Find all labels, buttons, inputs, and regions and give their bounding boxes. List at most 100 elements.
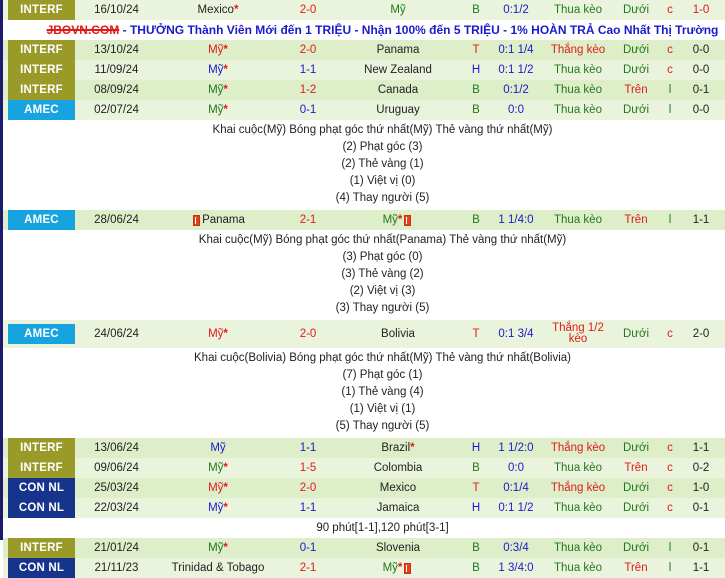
league-cell[interactable]: CON NL: [3, 478, 79, 498]
league-cell[interactable]: INTERF: [3, 458, 79, 478]
away-team-cell[interactable]: Mỹ: [334, 0, 462, 20]
match-row[interactable]: INTERF 08/09/24 Mỹ* 1-2 Canada B 0:1/2 Thua kèo…: [3, 80, 725, 100]
away-team-cell[interactable]: Mỹ*: [334, 558, 462, 578]
half-time-score: 0-1: [682, 538, 720, 558]
league-badge[interactable]: CON NL: [8, 498, 75, 518]
league-cell[interactable]: AMEC: [3, 210, 79, 230]
half-time-score: 0-0: [682, 100, 720, 120]
league-badge[interactable]: CON NL: [8, 478, 75, 498]
corner-indicator: l: [658, 80, 682, 100]
league-badge[interactable]: INTERF: [8, 80, 75, 100]
league-cell[interactable]: INTERF: [3, 538, 79, 558]
home-team-cell[interactable]: Mỹ*: [154, 60, 282, 80]
corner-indicator: l: [658, 210, 682, 230]
half-over-under: Dưới: [720, 100, 725, 120]
home-team-cell[interactable]: Mỹ*: [154, 40, 282, 60]
home-team-cell[interactable]: Mỹ*: [154, 100, 282, 120]
away-team-name: Slovenia: [375, 542, 421, 554]
handicap-result: Thắng kèo: [542, 438, 614, 458]
match-row[interactable]: INTERF 13/06/24 Mỹ 1-1 Brazil* H 1 1/2:0 Thắng …: [3, 438, 725, 458]
league-cell[interactable]: INTERF: [3, 0, 79, 20]
away-team-cell[interactable]: Canada: [334, 80, 462, 100]
match-row[interactable]: CON NL 25/03/24 Mỹ* 2-0 Mexico T 0:1/4 Thắng kè…: [3, 478, 725, 498]
promo-banner[interactable]: JBOVN.COM - THƯỞNG Thành Viên Mới đến 1 …: [3, 20, 725, 40]
handicap-result: Thắng kèo: [542, 478, 614, 498]
half-over-under: Trên: [720, 498, 725, 518]
away-team-cell[interactable]: Brazil*: [334, 438, 462, 458]
match-row[interactable]: CON NL 22/03/24 Mỹ* 1-1 Jamaica H 0:1 1/2 Thua …: [3, 498, 725, 518]
promo-message: - THƯỞNG Thành Viên Mới đến 1 TRIỆU - Nh…: [119, 23, 719, 37]
match-detail-row: Khai cuộc(Mỹ) Bóng phạt góc thứ nhất(Mỹ)…: [3, 120, 725, 210]
away-team-name: Jamaica: [376, 502, 420, 514]
handicap-line: 0:1 1/2: [490, 60, 542, 80]
corner-indicator: c: [658, 458, 682, 478]
promo-banner-row[interactable]: JBOVN.COM - THƯỞNG Thành Viên Mới đến 1 …: [3, 20, 725, 40]
league-badge[interactable]: INTERF: [8, 438, 75, 458]
league-badge[interactable]: AMEC: [8, 100, 75, 120]
away-team-cell[interactable]: Panama: [334, 40, 462, 60]
half-time-score: 1-0: [682, 478, 720, 498]
red-card-icon: [404, 215, 412, 227]
away-team-cell[interactable]: Jamaica: [334, 498, 462, 518]
match-detail-line: Khai cuộc(Bolivia) Bóng phạt góc thứ nhấ…: [194, 352, 571, 364]
match-row[interactable]: AMEC 28/06/24 Panama 2-1 Mỹ* B 1 1/4:0 Thua kèo…: [3, 210, 725, 230]
league-cell[interactable]: INTERF: [3, 438, 79, 458]
home-team-cell[interactable]: Mỹ*: [154, 320, 282, 348]
league-cell[interactable]: INTERF: [3, 80, 79, 100]
away-team-cell[interactable]: Uruguay: [334, 100, 462, 120]
league-badge[interactable]: AMEC: [8, 210, 75, 230]
home-team-cell[interactable]: Trinidad & Tobago: [154, 558, 282, 578]
league-cell[interactable]: AMEC: [3, 320, 79, 348]
match-row[interactable]: INTERF 16/10/24 Mexico* 2-0 Mỹ B 0:1/2 Thua kèo…: [3, 0, 725, 20]
league-badge[interactable]: AMEC: [8, 324, 75, 344]
home-team-cell[interactable]: Mỹ: [154, 438, 282, 458]
half-time-score: 0-2: [682, 458, 720, 478]
match-row[interactable]: INTERF 09/06/24 Mỹ* 1-5 Colombia B 0:0 Thua kèo…: [3, 458, 725, 478]
home-team-cell[interactable]: Mexico*: [154, 0, 282, 20]
handicap-result: Thắng 1/2 kèo: [542, 320, 614, 348]
away-team-cell[interactable]: Colombia: [334, 458, 462, 478]
home-team-cell[interactable]: Panama: [154, 210, 282, 230]
match-row[interactable]: CON NL 21/11/23 Trinidad & Tobago 2-1 Mỹ* B 1 …: [3, 558, 725, 578]
league-badge[interactable]: CON NL: [8, 558, 75, 578]
match-row[interactable]: INTERF 13/10/24 Mỹ* 2-0 Panama T 0:1 1/4 Thắng …: [3, 40, 725, 60]
league-cell[interactable]: CON NL: [3, 498, 79, 518]
corner-indicator: c: [658, 0, 682, 20]
league-cell[interactable]: AMEC: [3, 100, 79, 120]
over-under-result: Dưới: [614, 40, 658, 60]
league-cell[interactable]: INTERF: [3, 60, 79, 80]
home-team-cell[interactable]: Mỹ*: [154, 538, 282, 558]
home-team-cell[interactable]: Mỹ*: [154, 458, 282, 478]
league-badge[interactable]: INTERF: [8, 60, 75, 80]
handicap-result: Thua kèo: [542, 558, 614, 578]
league-badge[interactable]: INTERF: [8, 40, 75, 60]
corner-indicator: c: [658, 478, 682, 498]
match-row[interactable]: INTERF 11/09/24 Mỹ* 1-1 New Zealand H 0:1 1/2 T…: [3, 60, 725, 80]
league-badge[interactable]: INTERF: [8, 538, 75, 558]
match-score: 2-0: [282, 40, 334, 60]
match-row[interactable]: AMEC 24/06/24 Mỹ* 2-0 Bolivia T 0:1 3/4 Thắng 1…: [3, 320, 725, 348]
over-under-result: Trên: [614, 458, 658, 478]
home-star-marker: *: [223, 44, 228, 56]
home-team-name: Mỹ: [208, 104, 224, 116]
over-under-result: Dưới: [614, 0, 658, 20]
away-team-cell[interactable]: Bolivia: [334, 320, 462, 348]
away-team-cell[interactable]: New Zealand: [334, 60, 462, 80]
away-team-cell[interactable]: Slovenia: [334, 538, 462, 558]
league-badge[interactable]: INTERF: [8, 458, 75, 478]
match-note-row: 90 phút[1-1],120 phút[3-1]: [3, 518, 725, 538]
home-team-cell[interactable]: Mỹ*: [154, 80, 282, 100]
away-team-cell[interactable]: Mexico: [334, 478, 462, 498]
away-team-cell[interactable]: Mỹ*: [334, 210, 462, 230]
handicap-result: Thua kèo: [542, 100, 614, 120]
league-cell[interactable]: INTERF: [3, 40, 79, 60]
league-badge[interactable]: INTERF: [8, 0, 75, 20]
match-date: 24/06/24: [79, 320, 154, 348]
league-cell[interactable]: CON NL: [3, 558, 79, 578]
home-team-cell[interactable]: Mỹ*: [154, 498, 282, 518]
home-team-cell[interactable]: Mỹ*: [154, 478, 282, 498]
handicap-line: 0:1 1/4: [490, 40, 542, 60]
match-row[interactable]: AMEC 02/07/24 Mỹ* 0-1 Uruguay B 0:0 Thua kèo Dướ…: [3, 100, 725, 120]
match-row[interactable]: INTERF 21/01/24 Mỹ* 0-1 Slovenia B 0:3/4 Thua k…: [3, 538, 725, 558]
home-team-name: Mỹ: [210, 442, 226, 454]
